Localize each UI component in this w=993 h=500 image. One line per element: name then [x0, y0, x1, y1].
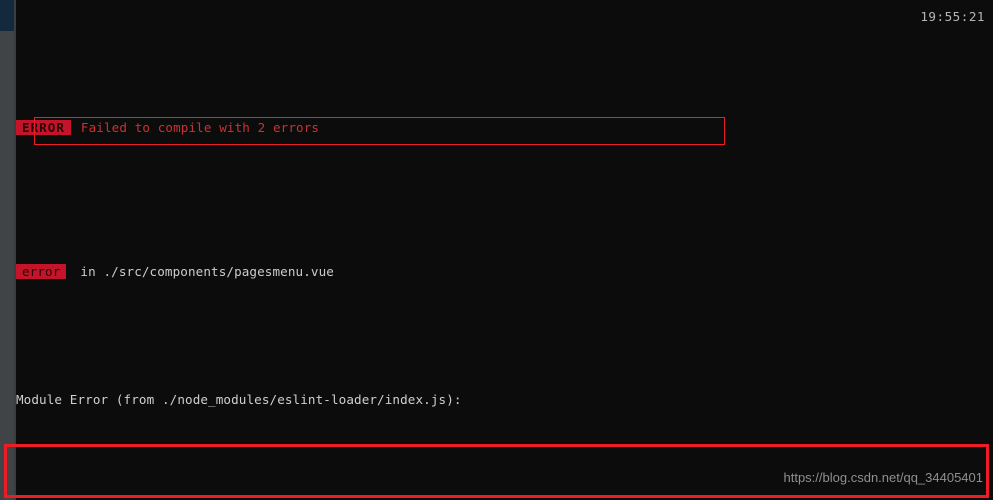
error-headline-row: ERROR Failed to compile with 2 errors: [16, 120, 993, 136]
error1-file-row: error in ./src/components/pagesmenu.vue: [16, 264, 993, 280]
terminal-window: 19:55:21 ERROR Failed to compile with 2 e…: [0, 0, 993, 500]
error1-file: in ./src/components/pagesmenu.vue: [80, 264, 334, 279]
vertical-scrollbar[interactable]: [0, 0, 14, 500]
console-output: ERROR Failed to compile with 2 errors err…: [16, 0, 993, 500]
error-badge-lower-1: error: [16, 264, 67, 279]
watermark-url: https://blog.csdn.net/qq_34405401: [783, 470, 984, 485]
error1-module: Module Error (from ./node_modules/eslint…: [16, 392, 462, 407]
scrollbar-thumb[interactable]: [0, 0, 14, 31]
error-badge: ERROR: [16, 120, 71, 135]
error-headline: Failed to compile with 2 errors: [80, 120, 320, 135]
